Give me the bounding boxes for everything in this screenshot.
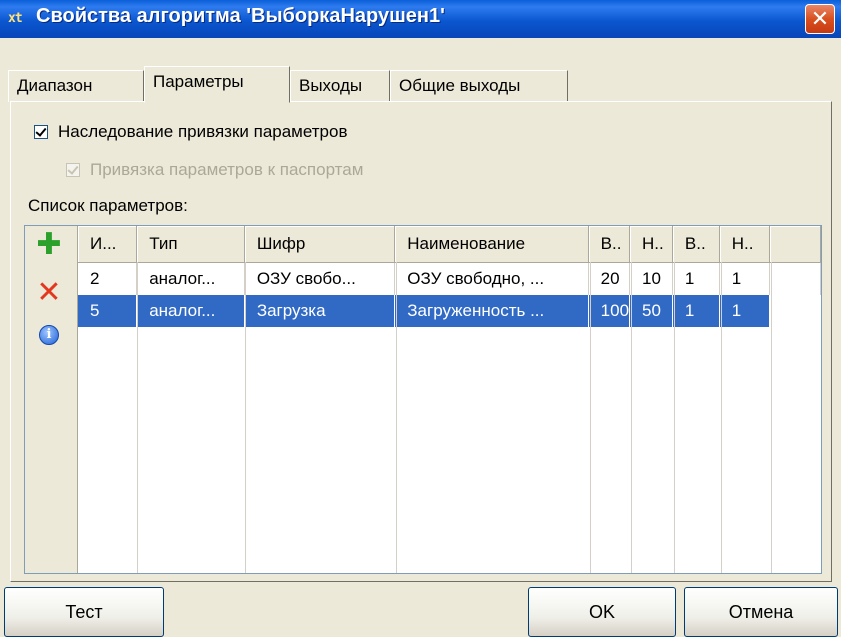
inherit-binding-option[interactable]: Наследование привязки параметров [34,122,348,142]
cell-lower[interactable]: 50 [629,295,673,327]
cell-id[interactable]: 2 [78,262,138,295]
window-title: Свойства алгоритма 'ВыборкаНарушен1' [36,5,445,27]
column-divider [771,262,772,573]
col-header-upper-2[interactable]: В.. [672,226,720,263]
col-header-name[interactable]: Наименование [394,226,589,263]
cell-code[interactable]: ОЗУ свобо... [244,262,396,295]
col-header-filler [769,226,821,263]
column-divider [674,262,675,573]
test-button[interactable]: Тест [4,587,164,637]
column-divider [631,262,632,573]
column-divider [721,262,722,573]
cell-lower[interactable]: 10 [629,262,673,295]
title-bar[interactable]: xt Свойства алгоритма 'ВыборкаНарушен1' … [0,0,841,38]
cell-name[interactable]: Загруженность ... [394,295,589,327]
inherit-binding-checkbox[interactable] [34,125,48,139]
table-row-selected[interactable]: 5 аналог... Загрузка Загруженность ... 1… [78,295,821,327]
col-header-code[interactable]: Шифр [244,226,396,263]
delete-param-button[interactable]: ✕ [31,278,67,308]
param-info-button[interactable]: i [31,320,67,350]
params-grid: ✚ ✕ i И... Тип Шифр Наименование В.. Н..… [24,225,822,574]
tab-parameters[interactable]: Параметры [144,66,290,103]
add-param-button[interactable]: ✚ [31,230,67,260]
cell-upper-2[interactable]: 1 [672,295,720,327]
ok-button[interactable]: OK [528,587,676,637]
inherit-binding-label: Наследование привязки параметров [58,122,348,141]
col-header-type[interactable]: Тип [136,226,245,263]
cancel-button[interactable]: Отмена [684,587,838,637]
close-icon: ✕ [810,6,830,31]
params-list-label: Список параметров: [28,196,188,215]
passport-binding-label: Привязка параметров к паспортам [90,160,364,179]
cell-lower-2[interactable]: 1 [719,262,770,295]
cell-name[interactable]: ОЗУ свободно, ... [394,262,589,295]
column-divider [245,262,246,573]
column-divider [590,262,591,573]
info-icon: i [39,325,59,345]
cell-type[interactable]: аналог... [136,295,245,327]
cell-filler [769,262,821,295]
app-icon: xt [8,11,23,26]
cell-upper-2[interactable]: 1 [672,262,720,295]
column-divider [396,262,397,573]
col-header-lower-2[interactable]: Н.. [719,226,770,263]
cell-type[interactable]: аналог... [136,262,245,295]
dialog-window: xt Свойства алгоритма 'ВыборкаНарушен1' … [0,0,841,637]
table-row[interactable]: 2 аналог... ОЗУ свобо... ОЗУ свободно, .… [78,262,821,295]
passport-binding-checkbox [66,163,80,177]
cell-upper[interactable]: 20 [588,262,631,295]
column-divider [137,262,138,573]
tab-range[interactable]: Диапазон [8,70,144,102]
cell-upper[interactable]: 100 [588,295,631,327]
col-header-lower[interactable]: Н.. [629,226,673,263]
col-header-id[interactable]: И... [78,226,138,263]
add-icon: ✚ [36,228,62,261]
tab-outputs[interactable]: Выходы [290,70,390,102]
cell-id[interactable]: 5 [78,295,138,327]
table-header: И... Тип Шифр Наименование В.. Н.. В.. Н… [78,226,821,263]
col-header-upper[interactable]: В.. [588,226,631,263]
delete-icon: ✕ [36,276,62,309]
cell-lower-2[interactable]: 1 [719,295,770,327]
params-table: И... Тип Шифр Наименование В.. Н.. В.. Н… [78,226,821,327]
passport-binding-option: Привязка параметров к паспортам [66,160,363,180]
grid-toolbar: ✚ ✕ i [25,226,78,573]
cell-filler [769,295,821,327]
close-button[interactable]: ✕ [805,4,835,34]
tab-common-outputs[interactable]: Общие выходы [390,70,568,102]
cell-code[interactable]: Загрузка [244,295,396,327]
